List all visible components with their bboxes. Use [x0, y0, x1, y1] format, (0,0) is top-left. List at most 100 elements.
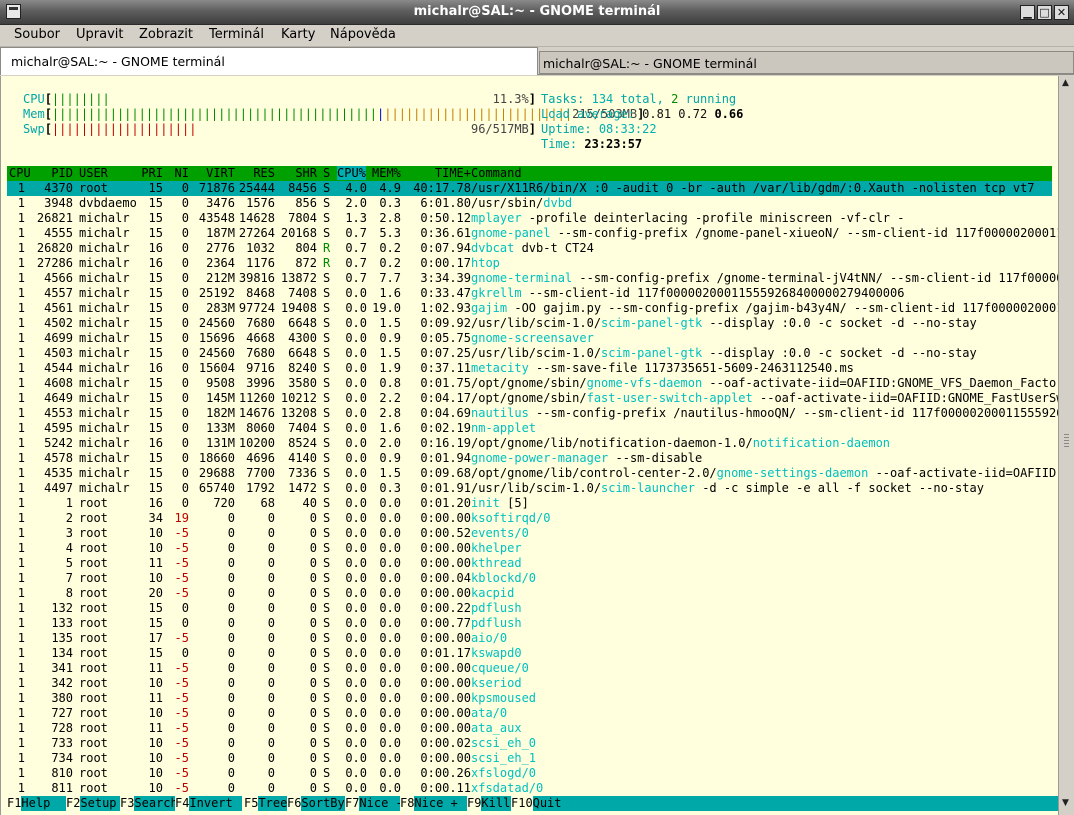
process-row[interactable]: 1 4503 michalr 15 0 24560 7680 6648 S 0.0 1.5 0:07.… — [7, 346, 1052, 361]
menu-terminal[interactable]: Terminál — [209, 27, 264, 42]
col-res[interactable]: RES — [239, 166, 275, 180]
command-args: --sm-config-prefix /gnome-panel-xiueoN/ … — [550, 226, 1058, 240]
process-row[interactable]: 1 4497 michalr 15 0 65740 1792 1472 S 0.0 0.3 0:01.… — [7, 481, 1052, 496]
process-row[interactable]: 1 4535 michalr 15 0 29688 7700 7336 S 0.0 1.5 0:09.… — [7, 466, 1058, 481]
process-row[interactable]: 1 1 root 16 0 720 68 40 S 0.0 0.0 0:01.20 init [5] — [7, 496, 1052, 511]
process-row[interactable]: 1 26820 michalr 16 0 2776 1032 804 R 0.7 0.2 0:07.9… — [7, 241, 1052, 256]
tab-terminal-2[interactable]: michalr@SAL:~ - GNOME terminál — [539, 51, 1074, 74]
fkey-f9[interactable]: F9 — [467, 796, 482, 811]
col-shr[interactable]: SHR — [279, 166, 317, 180]
fkey-f10[interactable]: F10 — [511, 796, 533, 811]
process-row[interactable]: 1 4553 michalr 15 0 182M 14676 13208 S 0.0 2.8 0:04… — [7, 406, 1058, 421]
process-row[interactable]: 1 4557 michalr 15 0 25192 8468 7408 S 0.0 1.6 0:33.… — [7, 286, 1052, 301]
process-row[interactable]: 1 727 root 10 -5 0 0 0 S 0.0 0.0 0:00.00 ata/0 — [7, 706, 1052, 721]
menu-upravit[interactable]: Upravit — [76, 27, 123, 42]
process-row[interactable]: 1 5 root 11 -5 0 0 0 S 0.0 0.0 0:00.00 kthread — [7, 556, 1052, 571]
col-state[interactable]: S — [323, 166, 330, 180]
col-pri[interactable]: PRI — [137, 166, 163, 180]
cell-s: S — [323, 286, 331, 300]
fkey-f5[interactable]: F5 — [244, 796, 259, 811]
col-time[interactable]: TIME+ — [415, 166, 471, 180]
cell-pid: 5242 — [44, 436, 73, 450]
process-row[interactable]: 1 4578 michalr 15 0 18660 4696 4140 S 0.0 0.9 0:01.… — [7, 451, 1052, 466]
tasks-label: Tasks: — [541, 92, 585, 106]
minimize-icon[interactable]: ▁ — [1020, 5, 1035, 20]
process-row[interactable]: 1 132 root 15 0 0 0 0 S 0.0 0.0 0:00.22 pdflush — [7, 601, 1052, 616]
fkey-f1[interactable]: F1 — [7, 796, 22, 811]
fkey-f7[interactable]: F7 — [345, 796, 360, 811]
process-row[interactable]: 1 734 root 10 -5 0 0 0 S 0.0 0.0 0:00.00 scsi_eh_1 — [7, 751, 1052, 766]
cell-time: 0:04.17 — [420, 391, 471, 405]
process-row[interactable]: 1 5242 michalr 16 0 131M 10200 8524 S 0.0 2.0 0:16.… — [7, 436, 1052, 451]
scroll-down-icon[interactable]: ▼ — [1062, 798, 1069, 808]
col-cpu[interactable]: CPU — [9, 166, 31, 180]
process-row[interactable]: 1 728 root 11 -5 0 0 0 S 0.0 0.0 0:00.00 ata_aux — [7, 721, 1052, 736]
cell-shr: 0 — [309, 721, 317, 735]
menu-napoveda[interactable]: Nápověda — [330, 27, 396, 42]
process-row[interactable]: 1 810 root 10 -5 0 0 0 S 0.0 0.0 0:00.26 xfslogd/0 — [7, 766, 1052, 781]
cell-ni: 0 — [181, 271, 189, 285]
cell-cpu: 1 — [17, 331, 25, 345]
col-virt[interactable]: VIRT — [193, 166, 235, 180]
process-row[interactable]: 1 4699 michalr 15 0 15696 4668 4300 S 0.0 0.9 0:05.… — [7, 331, 1052, 346]
process-row[interactable]: 1 133 root 15 0 0 0 0 S 0.0 0.0 0:00.77 pdflush — [7, 616, 1052, 631]
col-ni[interactable]: NI — [167, 166, 189, 180]
process-row[interactable]: 1 26821 michalr 15 0 43548 14628 7804 S 1.3 2.8 0:5… — [7, 211, 1052, 226]
terminal-area[interactable]: CPU[|||||||| 11.3%] Mem[||||||||||||||||… — [0, 76, 1058, 815]
process-row[interactable]: 1 3948 dvbdaemo 15 0 3476 1576 856 S 2.0 0.3 6:01.8… — [7, 196, 1052, 211]
fkey-f3[interactable]: F3 — [120, 796, 135, 811]
col-command[interactable]: Command — [471, 166, 522, 180]
process-row[interactable]: 1 4555 michalr 15 0 187M 27264 20168 S 0.7 5.3 0:36… — [7, 226, 1058, 241]
process-row[interactable]: 1 811 root 10 -5 0 0 0 S 0.0 0.0 0:00.11 xfsdatad/0 — [7, 781, 1052, 796]
menu-zobrazit[interactable]: Zobrazit — [139, 27, 193, 42]
process-row[interactable]: 1 134 root 15 0 0 0 0 S 0.0 0.0 0:01.17 kswapd0 — [7, 646, 1052, 661]
fkey-f8[interactable]: F8 — [400, 796, 415, 811]
process-row[interactable]: 1 4608 michalr 15 0 9508 3996 3580 S 0.0 0.8 0:01.7… — [7, 376, 1058, 391]
process-row[interactable]: 1 8 root 20 -5 0 0 0 S 0.0 0.0 0:00.00 kacpid — [7, 586, 1052, 601]
process-row[interactable]: 1 4561 michalr 15 0 283M 97724 19408 S 0.0 19.0 1:0… — [7, 301, 1058, 316]
process-row[interactable]: 1 4595 michalr 15 0 133M 8060 7404 S 0.0 1.6 0:02.1… — [7, 421, 1052, 436]
process-row[interactable]: 1 27286 michalr 16 0 2364 1176 872 R 0.7 0.2 0:00.1… — [7, 256, 1052, 271]
menu-karty[interactable]: Karty — [281, 27, 315, 42]
process-row[interactable]: 1 342 root 10 -5 0 0 0 S 0.0 0.0 0:00.00 kseriod — [7, 676, 1052, 691]
fkey-f1-label[interactable]: Help — [21, 796, 68, 811]
fkey-f4[interactable]: F4 — [175, 796, 190, 811]
col-mem-percent[interactable]: MEM% — [372, 166, 401, 180]
process-row[interactable]: 1 7 root 10 -5 0 0 0 S 0.0 0.0 0:00.04 kblockd/0 — [7, 571, 1052, 586]
process-row-selected[interactable]: 1 4370 root 15 0 71876 25444 8456 S 4.0 4.9 40:17.7… — [7, 181, 1052, 196]
cell-memp: 0.0 — [379, 691, 401, 705]
command-args: --sm-config-prefix /gnome-terminal-jV4tN… — [572, 271, 1058, 285]
cell-shr: 0 — [309, 646, 317, 660]
cell-s: S — [323, 181, 331, 195]
fkey-f10-label[interactable]: Quit — [532, 796, 1058, 811]
process-row[interactable]: 1 135 root 17 -5 0 0 0 S 0.0 0.0 0:00.00 aio/0 — [7, 631, 1052, 646]
col-user[interactable]: USER — [79, 166, 108, 180]
command-args: -profile deinterlacing -profile miniscre… — [521, 211, 905, 225]
fkey-f4-label[interactable]: Invert — [189, 796, 243, 811]
process-row[interactable]: 1 4 root 10 -5 0 0 0 S 0.0 0.0 0:00.00 khelper — [7, 541, 1052, 556]
process-row[interactable]: 1 733 root 10 -5 0 0 0 S 0.0 0.0 0:00.02 scsi_eh_0 — [7, 736, 1052, 751]
process-row[interactable]: 1 4566 michalr 15 0 212M 39816 13872 S 0.7 7.7 3:34… — [7, 271, 1058, 286]
col-pid[interactable]: PID — [35, 166, 73, 180]
menu-soubor[interactable]: Soubor — [14, 27, 60, 42]
cell-virt: 15604 — [198, 361, 235, 375]
process-row[interactable]: 1 341 root 11 -5 0 0 0 S 0.0 0.0 0:00.00 cqueue/0 — [7, 661, 1052, 676]
col-cpu-percent[interactable]: CPU% — [337, 166, 366, 180]
command-args: dvb-t CT24 — [514, 241, 594, 255]
tab-terminal-1[interactable]: michalr@SAL:~ - GNOME terminál — [0, 47, 538, 75]
maximize-icon[interactable]: □ — [1037, 5, 1052, 20]
close-icon[interactable]: ✕ — [1054, 5, 1069, 20]
process-row[interactable]: 1 3 root 10 -5 0 0 0 S 0.0 0.0 0:00.52 events/0 — [7, 526, 1052, 541]
fkey-f8-label[interactable]: Nice + — [414, 796, 473, 811]
process-row[interactable]: 1 380 root 11 -5 0 0 0 S 0.0 0.0 0:00.00 kpsmoused — [7, 691, 1052, 706]
terminal-scrollbar[interactable]: ▲ ▼ — [1058, 76, 1074, 815]
fkey-f2[interactable]: F2 — [66, 796, 81, 811]
process-row[interactable]: 1 4544 michalr 16 0 15604 9716 8240 S 0.0 1.9 0:37.… — [7, 361, 1052, 376]
process-row[interactable]: 1 4649 michalr 15 0 145M 11260 10212 S 0.0 2.2 0:04… — [7, 391, 1058, 406]
cell-memp: 0.2 — [379, 241, 401, 255]
scrollbar-grip[interactable] — [1064, 434, 1069, 448]
scroll-up-icon[interactable]: ▲ — [1062, 78, 1069, 88]
fkey-f6[interactable]: F6 — [287, 796, 302, 811]
process-row[interactable]: 1 4502 michalr 15 0 24560 7680 6648 S 0.0 1.5 0:09.… — [7, 316, 1052, 331]
process-row[interactable]: 1 2 root 34 19 0 0 0 S 0.0 0.0 0:00.00 ksoftirqd/0 — [7, 511, 1052, 526]
